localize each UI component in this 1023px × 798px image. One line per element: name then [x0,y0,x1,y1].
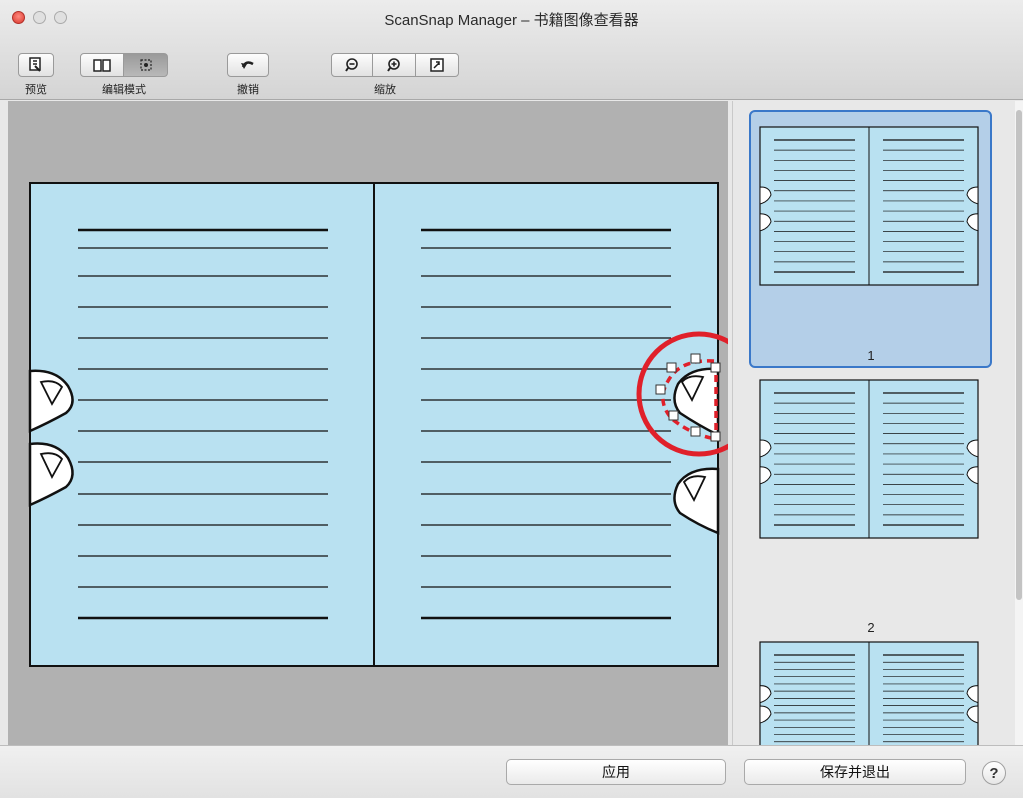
scrollbar-thumb[interactable] [1016,110,1022,600]
thumbnail-page-number-2: 2 [867,620,875,635]
thumbnail-images [759,126,979,763]
page-thumbnail [759,379,979,539]
thumbnail-page-number-1: 1 [867,348,875,363]
app-window: ScanSnap Manager – 书籍图像查看器 预览 编辑模式 撤销 缩放… [0,0,1023,798]
apply-button[interactable]: 应用 [506,759,726,785]
save-exit-button[interactable]: 保存并退出 [744,759,966,785]
help-button[interactable]: ? [982,761,1006,785]
page-thumbnail [759,641,979,763]
page-thumbnail [759,126,979,286]
